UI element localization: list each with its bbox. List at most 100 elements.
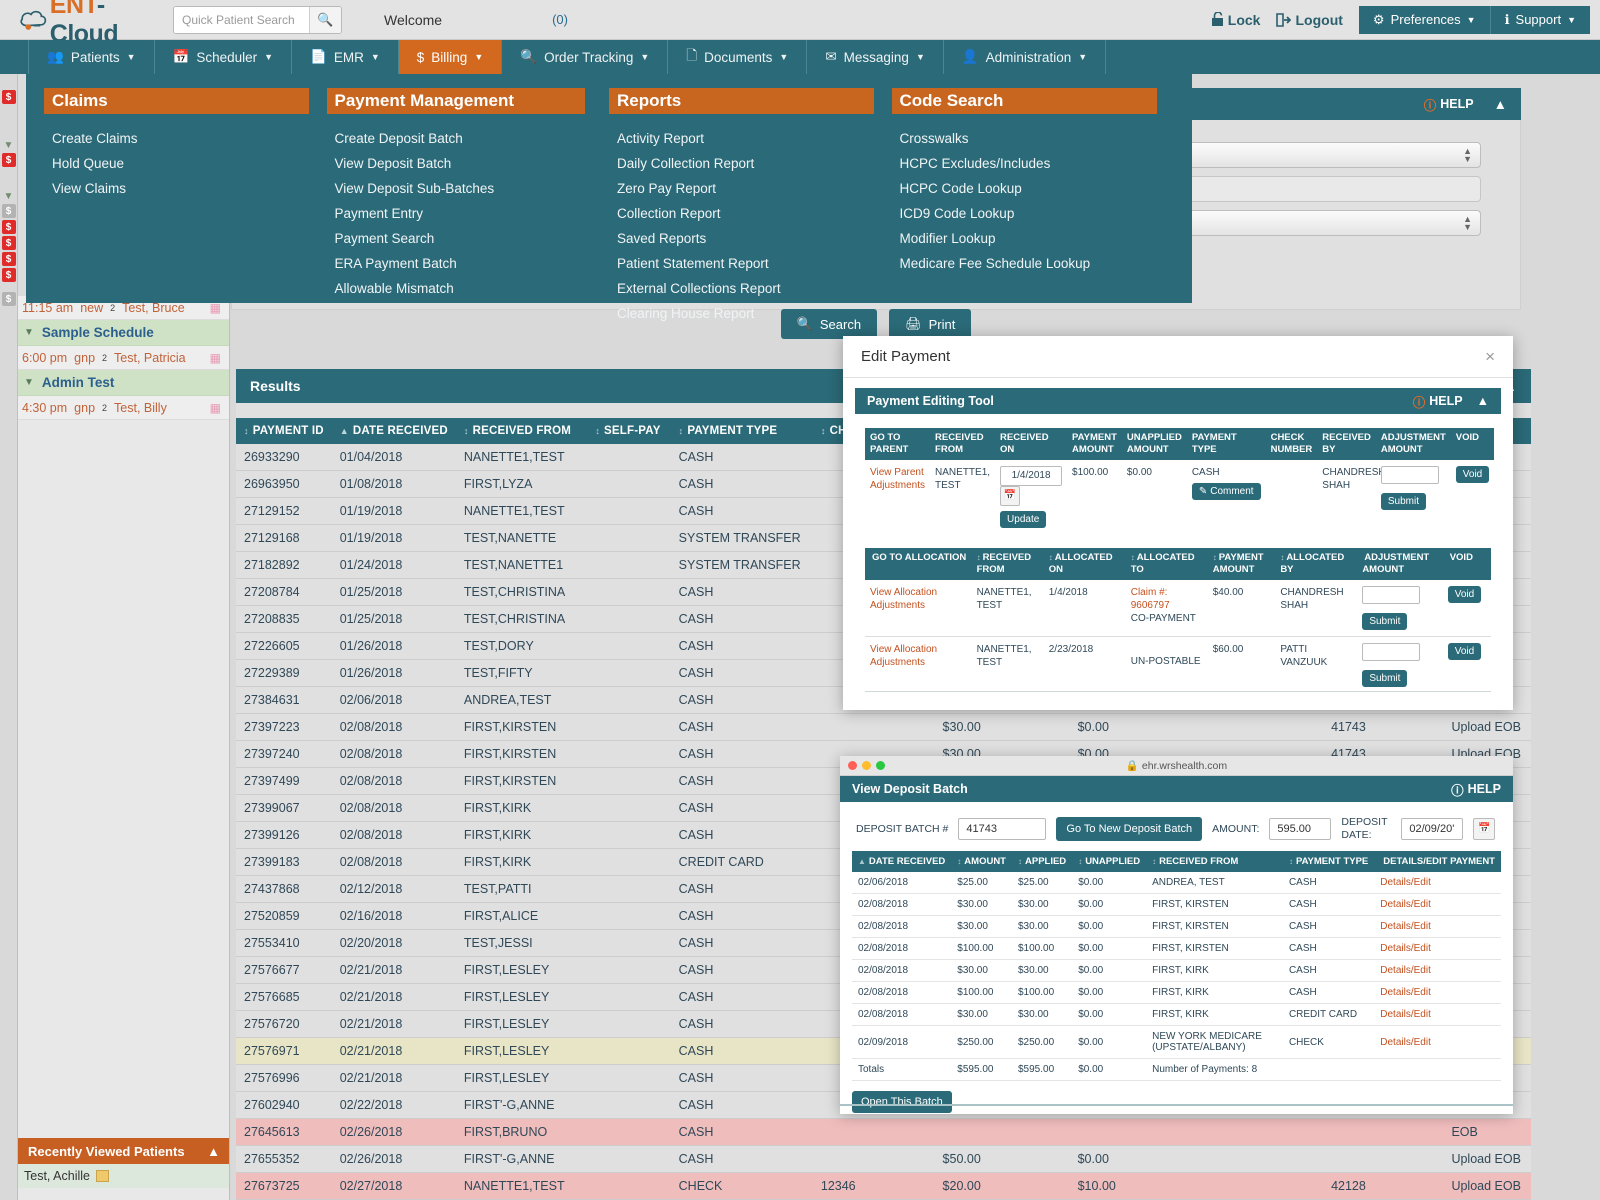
payment-id-link[interactable]: 27673725 bbox=[236, 1173, 332, 1200]
payment-id-link[interactable]: 27384631 bbox=[236, 687, 332, 714]
payment-id-link[interactable]: 27576996 bbox=[236, 1065, 332, 1092]
menu-item[interactable]: ERA Payment Batch bbox=[327, 251, 610, 276]
menu-item[interactable]: HCPC Excludes/Includes bbox=[892, 151, 1175, 176]
nav-item-messaging[interactable]: ✉ Messaging ▼ bbox=[806, 40, 943, 74]
menu-item[interactable]: Activity Report bbox=[609, 126, 892, 151]
menu-item[interactable]: HCPC Code Lookup bbox=[892, 176, 1175, 201]
column-header[interactable]: ↕PAYMENT AMOUNT bbox=[1208, 548, 1276, 580]
eob-link[interactable]: Upload EOB bbox=[1443, 1146, 1531, 1173]
payment-id-link[interactable]: 27399183 bbox=[236, 849, 332, 876]
menu-item[interactable]: Allowable Mismatch bbox=[327, 276, 610, 301]
nav-item-emr[interactable]: 📄 EMR ▼ bbox=[291, 40, 398, 74]
column-header[interactable]: ADJUSTMENT AMOUNT bbox=[1357, 548, 1442, 580]
details-edit-link[interactable]: Details/Edit bbox=[1380, 899, 1431, 910]
payment-id-link[interactable]: 27645613 bbox=[236, 1119, 332, 1146]
details-edit-link[interactable]: Details/Edit bbox=[1380, 987, 1431, 998]
submit-button[interactable]: Submit bbox=[1362, 613, 1407, 630]
section-collapse-icon[interactable]: ▲ bbox=[1477, 394, 1489, 408]
adjustment-amount-input[interactable] bbox=[1362, 586, 1420, 604]
menu-item[interactable]: Saved Reports bbox=[609, 226, 892, 251]
void-button[interactable]: Void bbox=[1448, 586, 1481, 603]
view-parent-adjustments-link[interactable]: View Parent Adjustments bbox=[870, 467, 925, 491]
nav-item-scheduler[interactable]: 📅 Scheduler ▼ bbox=[154, 40, 292, 74]
payment-id-link[interactable]: 27129168 bbox=[236, 525, 332, 552]
update-button[interactable]: Update bbox=[1000, 511, 1046, 528]
column-header[interactable]: DETAILS/EDIT PAYMENT bbox=[1374, 851, 1501, 872]
payment-id-link[interactable]: 27229389 bbox=[236, 660, 332, 687]
status-badge[interactable]: $ bbox=[2, 252, 16, 266]
menu-item[interactable]: Collection Report bbox=[609, 201, 892, 226]
menu-item[interactable]: Patient Statement Report bbox=[609, 251, 892, 276]
payment-id-link[interactable]: 27226605 bbox=[236, 633, 332, 660]
deposit-batch-input[interactable]: 41743 bbox=[958, 818, 1046, 840]
note-icon[interactable]: ▦ bbox=[210, 401, 221, 415]
details-edit-link[interactable]: Details/Edit bbox=[1380, 965, 1431, 976]
collapse-caret-icon[interactable]: ▼ bbox=[0, 191, 17, 202]
menu-item[interactable]: Payment Search bbox=[327, 226, 610, 251]
view-allocation-adjustments-link[interactable]: View Allocation Adjustments bbox=[870, 644, 937, 668]
payment-id-link[interactable]: 27553410 bbox=[236, 930, 332, 957]
details-edit-link[interactable]: Details/Edit bbox=[1380, 1009, 1431, 1020]
payment-id-link[interactable]: 27576720 bbox=[236, 1011, 332, 1038]
preferences-button[interactable]: ⚙ Preferences ▼ bbox=[1359, 6, 1490, 34]
details-edit-link[interactable]: Details/Edit bbox=[1380, 1037, 1431, 1048]
column-header[interactable]: ↕PAYMENT ID bbox=[236, 418, 332, 444]
column-header[interactable]: ↕APPLIED bbox=[1012, 851, 1072, 872]
lock-button[interactable]: Lock bbox=[1211, 12, 1261, 28]
menu-item[interactable]: ICD9 Code Lookup bbox=[892, 201, 1175, 226]
deposit-batch-link[interactable] bbox=[1323, 1146, 1443, 1173]
eob-link[interactable]: Upload EOB bbox=[1443, 714, 1531, 741]
search-icon[interactable]: 🔍 bbox=[309, 6, 341, 34]
column-header[interactable]: ↕UNAPPLIED bbox=[1072, 851, 1146, 872]
view-allocation-adjustments-link[interactable]: View Allocation Adjustments bbox=[870, 587, 937, 611]
quick-patient-search[interactable]: 🔍 bbox=[173, 6, 342, 34]
open-this-batch-button[interactable]: Open This Batch bbox=[852, 1091, 952, 1113]
menu-item[interactable]: Create Claims bbox=[44, 126, 327, 151]
menu-item[interactable]: Modifier Lookup bbox=[892, 226, 1175, 251]
help-link[interactable]: ⓘ HELP bbox=[1451, 780, 1501, 799]
go-to-new-deposit-batch-button[interactable]: Go To New Deposit Batch bbox=[1056, 817, 1202, 841]
payment-id-link[interactable]: 26963950 bbox=[236, 471, 332, 498]
payment-id-link[interactable]: 27397223 bbox=[236, 714, 332, 741]
deposit-batch-link[interactable]: 42128 bbox=[1323, 1173, 1443, 1200]
payment-id-link[interactable]: 27399126 bbox=[236, 822, 332, 849]
details-edit-link[interactable]: Details/Edit bbox=[1380, 943, 1431, 954]
status-badge[interactable]: $ bbox=[2, 153, 16, 167]
table-row[interactable]: 2739722302/08/2018FIRST,KIRSTENCASH$30.0… bbox=[236, 714, 1531, 741]
menu-item[interactable]: Zero Pay Report bbox=[609, 176, 892, 201]
logout-button[interactable]: Logout bbox=[1276, 12, 1342, 28]
recently-viewed-patient-item[interactable]: Test, Achille bbox=[18, 1164, 230, 1188]
table-row[interactable]: 2767372502/27/2018NANETTE1,TESTCHECK1234… bbox=[236, 1173, 1531, 1200]
details-edit-link[interactable]: Details/Edit bbox=[1380, 921, 1431, 932]
help-link[interactable]: ⓘ HELP bbox=[1424, 95, 1474, 114]
column-header[interactable]: ↕SELF-PAY bbox=[587, 418, 670, 444]
menu-item[interactable]: View Deposit Batch bbox=[327, 151, 610, 176]
payment-id-link[interactable]: 27397240 bbox=[236, 741, 332, 768]
deposit-date-input[interactable]: 02/09/20' bbox=[1401, 818, 1463, 840]
column-header[interactable]: ↕PAYMENT TYPE bbox=[1283, 851, 1374, 872]
payment-id-link[interactable]: 27182892 bbox=[236, 552, 332, 579]
menu-item[interactable]: Medicare Fee Schedule Lookup bbox=[892, 251, 1175, 276]
menu-item[interactable]: Create Deposit Batch bbox=[327, 126, 610, 151]
chevron-up-icon[interactable]: ▲ bbox=[207, 1144, 220, 1159]
submit-button[interactable]: Submit bbox=[1362, 670, 1407, 687]
collapse-caret-icon[interactable]: ▼ bbox=[0, 140, 17, 151]
column-header[interactable]: ↕ALLOCATED TO bbox=[1126, 548, 1208, 580]
table-row[interactable]: 2765535202/26/2018FIRST'-G,ANNECASH$50.0… bbox=[236, 1146, 1531, 1173]
schedule-appointment-row[interactable]: 6:00 pm gnp 2 Test, Patricia ▦ bbox=[18, 346, 229, 370]
amount-input[interactable]: 595.00 bbox=[1269, 818, 1331, 840]
column-header[interactable]: ↕RECEIVED FROM bbox=[1146, 851, 1283, 872]
void-button[interactable]: Void bbox=[1456, 466, 1489, 483]
payment-id-link[interactable]: 27397499 bbox=[236, 768, 332, 795]
status-badge[interactable]: $ bbox=[2, 236, 16, 250]
received-on-date-input[interactable]: 1/4/2018 bbox=[1000, 466, 1062, 486]
nav-item-administration[interactable]: 👤 Administration ▼ bbox=[943, 40, 1106, 74]
nav-item-patients[interactable]: 👥 Patients ▼ bbox=[28, 40, 154, 74]
menu-item[interactable]: Clearing House Report bbox=[609, 301, 892, 326]
status-badge[interactable]: $ bbox=[2, 90, 16, 104]
payment-id-link[interactable]: 27208835 bbox=[236, 606, 332, 633]
submit-button[interactable]: Submit bbox=[1381, 493, 1426, 510]
column-header[interactable]: ↕PAYMENT TYPE bbox=[671, 418, 813, 444]
chart-icon[interactable] bbox=[96, 1170, 109, 1182]
menu-item[interactable]: Hold Queue bbox=[44, 151, 327, 176]
